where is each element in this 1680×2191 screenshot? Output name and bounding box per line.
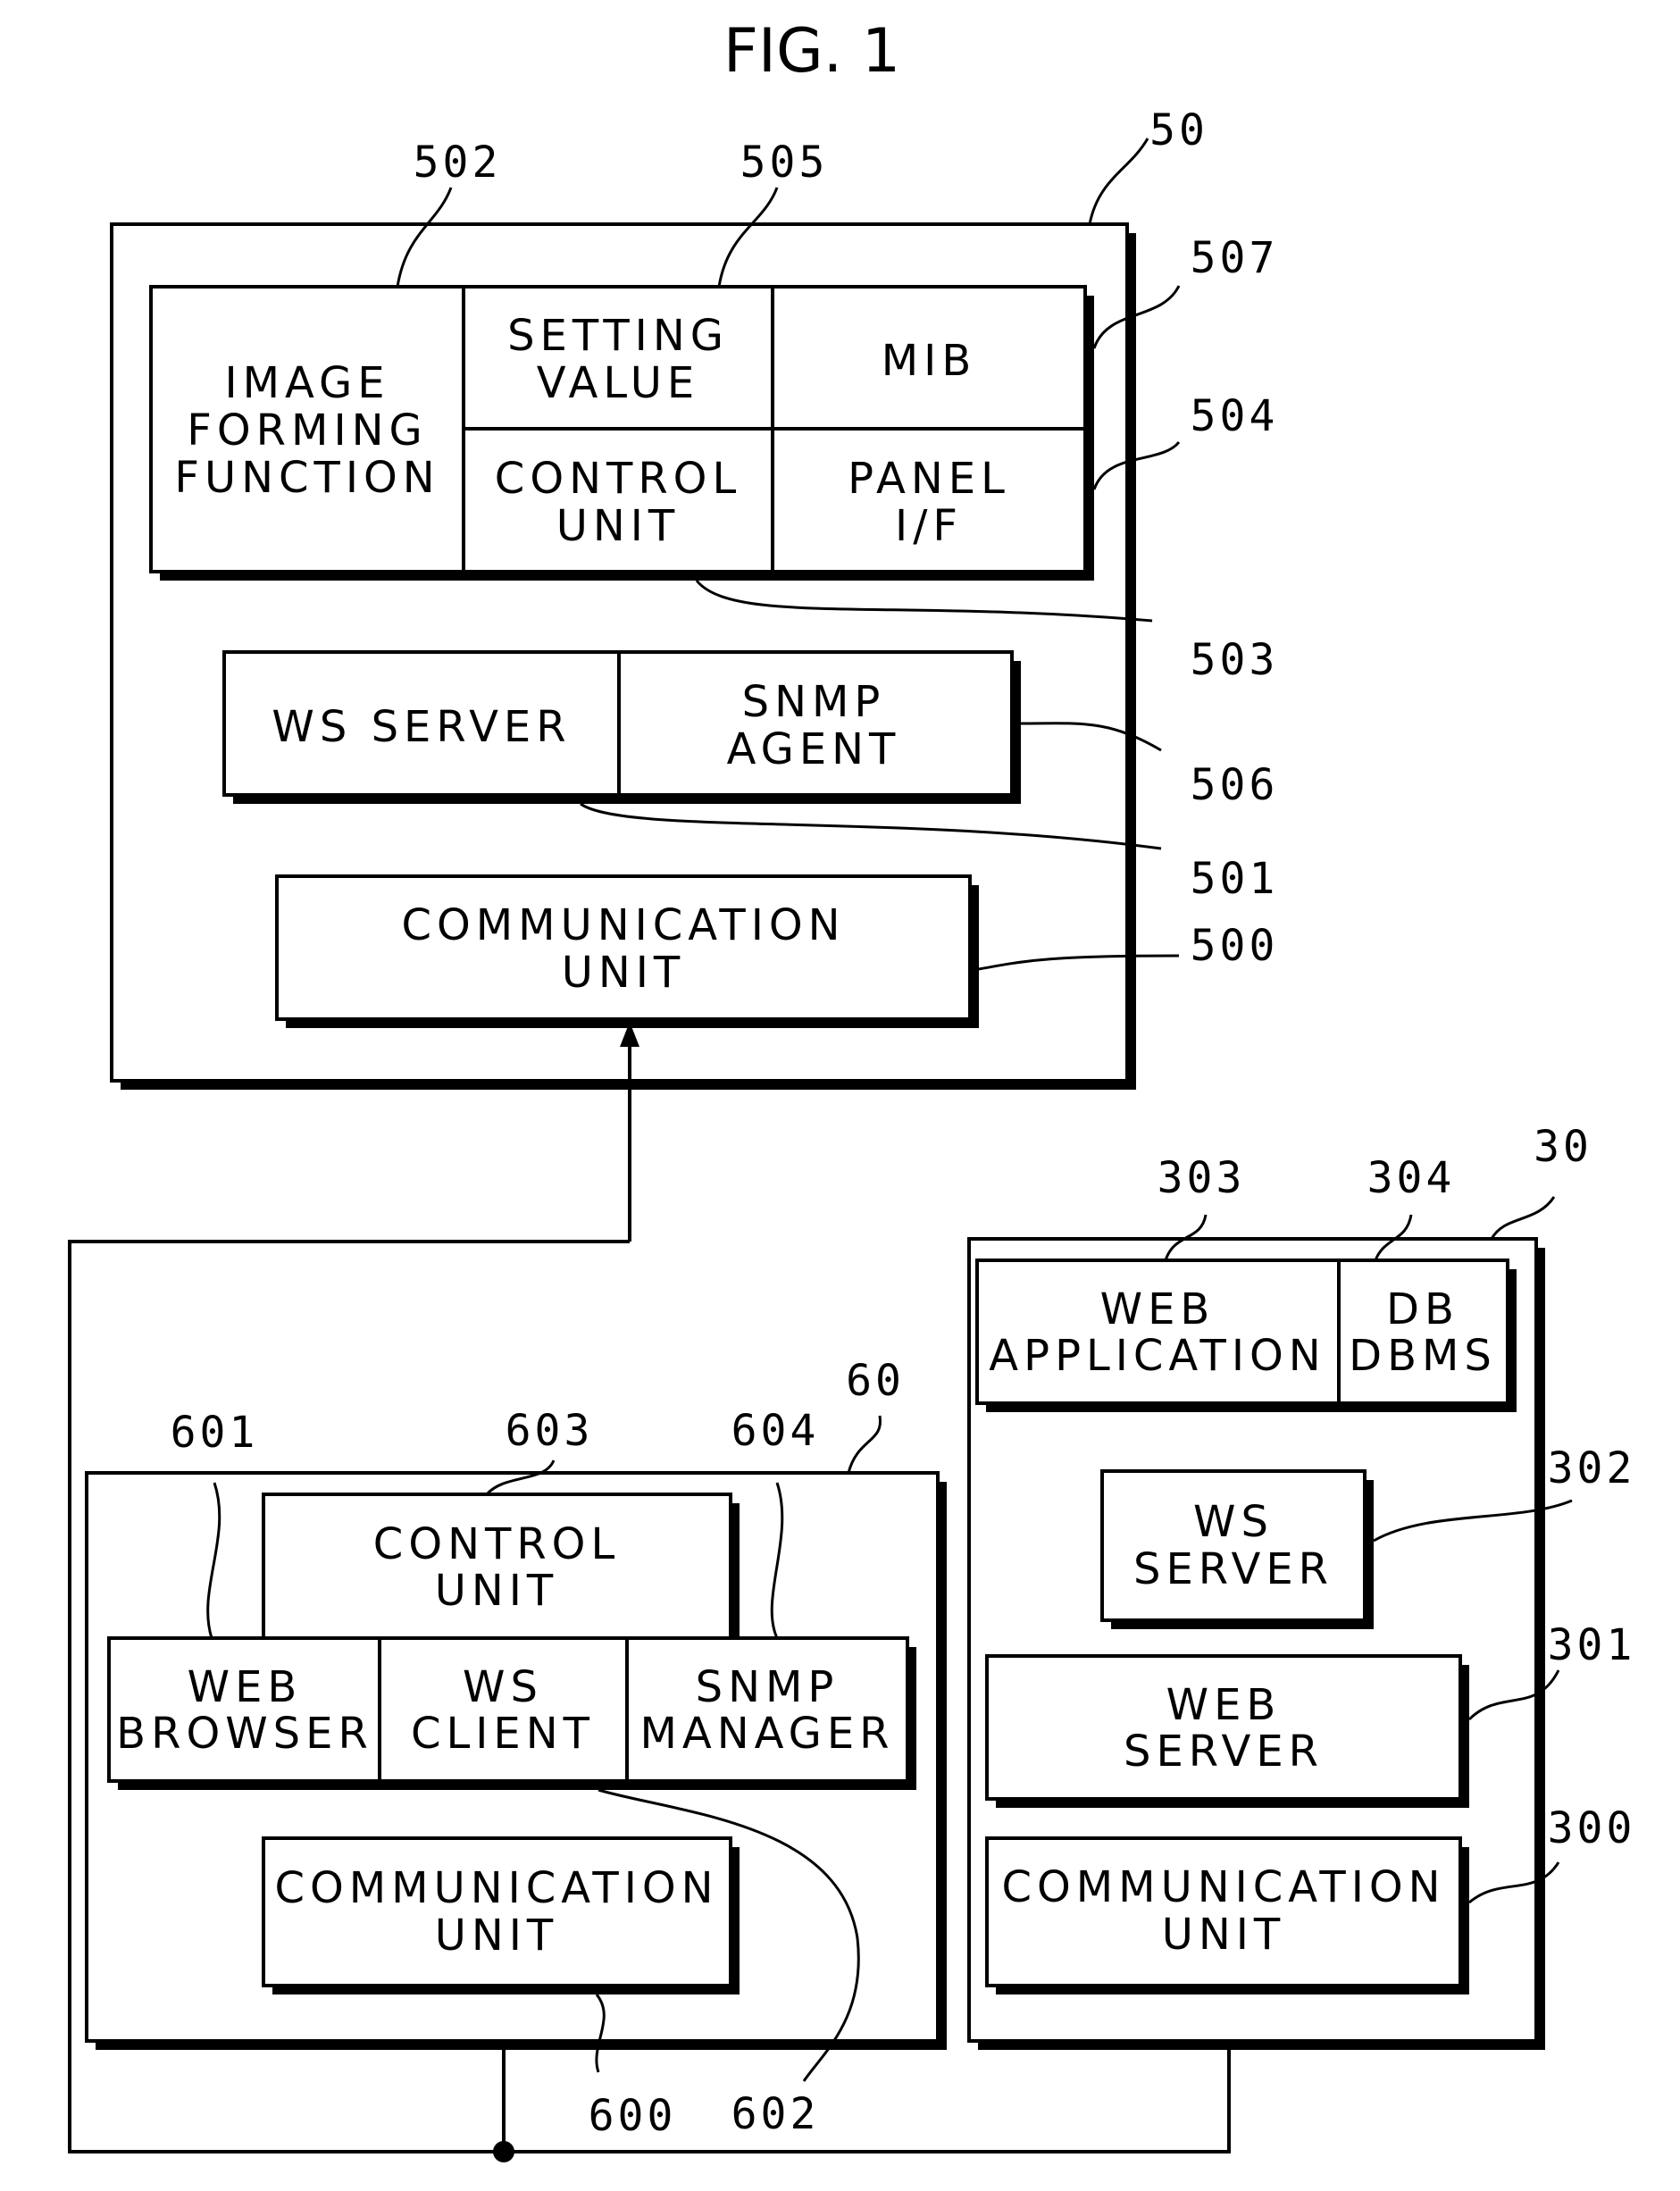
block-label: SNMP xyxy=(696,1662,840,1712)
block-label: WEB xyxy=(1100,1284,1216,1334)
web-server-301: WEB SERVER xyxy=(985,1654,1462,1801)
ref-numeral-304: 304 xyxy=(1367,1153,1456,1203)
communication-unit-300: COMMUNICATION UNIT xyxy=(985,1836,1462,1987)
block-label: SERVER xyxy=(1124,1727,1324,1777)
ref-numeral-503: 503 xyxy=(1191,635,1279,685)
block-label: WS xyxy=(1193,1497,1274,1547)
block-label: UNIT xyxy=(556,501,681,551)
block-label: MIB xyxy=(882,336,977,386)
block-label: CLIENT xyxy=(411,1709,595,1759)
ref-numeral-602: 602 xyxy=(731,2089,820,2139)
setting-value-block: SETTING VALUE xyxy=(507,311,729,408)
block-label: COMMUNICATION xyxy=(1001,1862,1445,1912)
block-label: SERVER xyxy=(1133,1544,1333,1594)
ref-numeral-303: 303 xyxy=(1158,1153,1246,1203)
block-label: AGENT xyxy=(727,724,901,774)
ref-numeral-50: 50 xyxy=(1149,105,1208,155)
ref-numeral-603: 603 xyxy=(506,1406,594,1456)
block-label: VALUE xyxy=(537,358,699,408)
leader-line xyxy=(1490,1196,1556,1240)
block-label: BROWSER xyxy=(116,1709,373,1759)
ref-numeral-500: 500 xyxy=(1191,921,1279,971)
junction-dot-icon xyxy=(493,2141,514,2162)
block-label: COMMUNICATION xyxy=(274,1863,718,1913)
snmp-agent-block: SNMP AGENT xyxy=(727,677,901,774)
ref-numeral-501: 501 xyxy=(1191,854,1279,904)
ref-numeral-601: 601 xyxy=(171,1408,259,1458)
block-label: UNIT xyxy=(562,948,686,998)
ref-numeral-302: 302 xyxy=(1548,1443,1636,1493)
block-label: WEB xyxy=(1166,1680,1282,1730)
communication-unit-600: COMMUNICATION UNIT xyxy=(262,1836,732,1987)
block-label: PANEL xyxy=(848,454,1010,504)
block-label: FUNCTION xyxy=(174,453,439,503)
block-label: CONTROL xyxy=(495,454,741,504)
ref-numeral-506: 506 xyxy=(1191,760,1279,810)
ws-server-block: WS SERVER xyxy=(272,702,571,752)
control-unit-603: CONTROL UNIT xyxy=(262,1493,732,1640)
block-label: UNIT xyxy=(435,1566,559,1616)
block-label: SNMP xyxy=(742,677,886,727)
mib-block: MIB xyxy=(882,336,977,386)
ref-numeral-502: 502 xyxy=(414,138,502,188)
figure-title: FIG. 1 xyxy=(723,16,900,87)
block-label: IMAGE xyxy=(224,358,389,408)
block-label: FORMING xyxy=(187,406,427,456)
leader-line xyxy=(1088,138,1149,225)
ref-numeral-301: 301 xyxy=(1548,1620,1636,1670)
leader-line xyxy=(847,1415,882,1474)
device-50: IMAGE FORMING FUNCTION SETTING VALUE MIB… xyxy=(110,105,1279,1090)
ref-numeral-507: 507 xyxy=(1191,233,1279,283)
communication-unit-500: COMMUNICATION UNIT xyxy=(275,874,972,1021)
block-label: SETTING xyxy=(507,311,729,361)
block-label: I/F xyxy=(895,501,963,551)
block-label: WS xyxy=(463,1662,543,1712)
block-label: DB xyxy=(1386,1284,1459,1334)
ref-numeral-60: 60 xyxy=(846,1356,905,1406)
client-60: CONTROL UNIT WEB BROWSER WS CLIENT SNMP … xyxy=(85,1356,947,2141)
ref-numeral-600: 600 xyxy=(589,2091,677,2141)
ref-numeral-504: 504 xyxy=(1191,391,1279,441)
block-label: COMMUNICATION xyxy=(401,900,845,950)
block-label: WS SERVER xyxy=(272,702,571,752)
block-label: DBMS xyxy=(1349,1331,1497,1381)
ref-numeral-604: 604 xyxy=(731,1406,820,1456)
block-label: APPLICATION xyxy=(989,1331,1325,1381)
server-30: WEB APPLICATION DB DBMS WS SERVER WEB SE… xyxy=(967,1122,1636,2050)
ref-numeral-30: 30 xyxy=(1534,1122,1592,1172)
ref-numeral-300: 300 xyxy=(1548,1803,1636,1853)
block-label: CONTROL xyxy=(373,1519,620,1569)
block-label: WEB xyxy=(188,1662,303,1712)
fig1-diagram: FIG. 1 IMAGE FORMING FUNCTION SETTING VA… xyxy=(68,16,1636,2162)
ref-numeral-505: 505 xyxy=(740,138,829,188)
block-label: UNIT xyxy=(435,1911,559,1961)
ws-server-302: WS SERVER xyxy=(1100,1469,1367,1622)
block-label: UNIT xyxy=(1162,1910,1286,1960)
block-label: MANAGER xyxy=(639,1709,894,1759)
